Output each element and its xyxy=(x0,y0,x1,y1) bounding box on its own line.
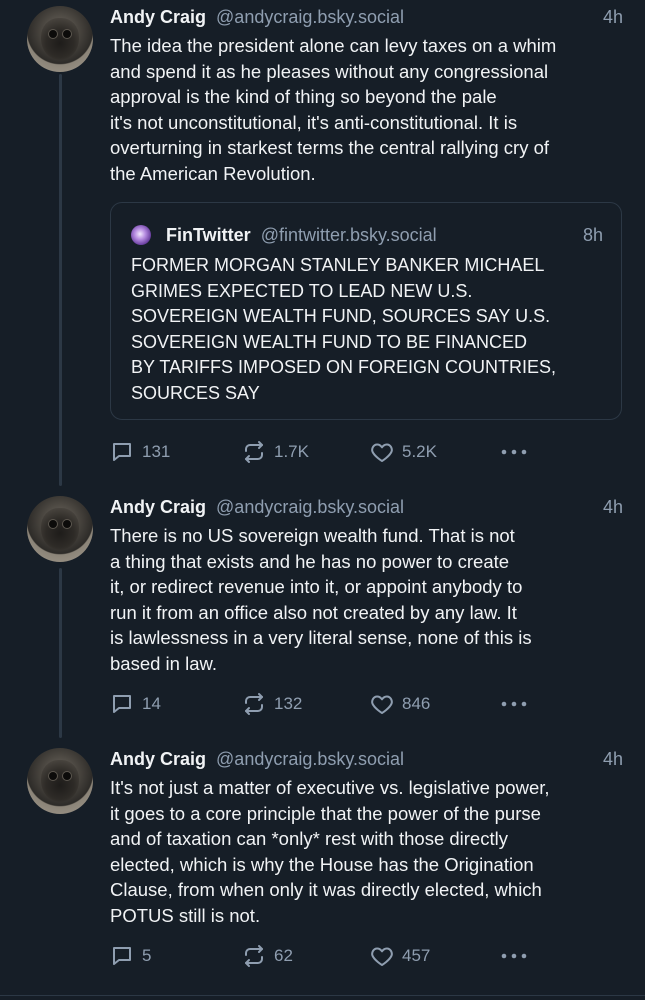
ellipsis-icon xyxy=(501,953,527,959)
repost-count: 1.7K xyxy=(274,442,309,461)
heart-icon xyxy=(371,443,393,462)
reply-button[interactable]: 131 xyxy=(110,439,170,465)
like-button[interactable]: 5.2K xyxy=(370,439,437,465)
like-count: 5.2K xyxy=(402,442,437,461)
quoted-post[interactable]: FinTwitter @fintwitter.bsky.social 8h FO… xyxy=(110,202,622,420)
repost-count: 132 xyxy=(274,694,303,713)
author-handle[interactable]: @andycraig.bsky.social xyxy=(216,497,404,517)
author-handle[interactable]: @andycraig.bsky.social xyxy=(216,749,404,769)
reply-button[interactable]: 14 xyxy=(110,691,161,717)
post-header: Andy Craig @andycraig.bsky.social 4h xyxy=(110,494,623,520)
quote-text: FORMER MORGAN STANLEY BANKER MICHAEL GRI… xyxy=(131,255,557,403)
divider xyxy=(0,995,645,996)
post-text: There is no US sovereign wealth fund. Th… xyxy=(110,525,532,674)
post-actions: 14 132 846 xyxy=(110,691,530,717)
like-count: 846 xyxy=(402,694,431,713)
more-options-button[interactable] xyxy=(500,439,536,465)
quote-author-name: FinTwitter xyxy=(166,225,251,245)
author-name[interactable]: Andy Craig xyxy=(110,497,206,517)
post-header: Andy Craig @andycraig.bsky.social 4h xyxy=(110,746,623,772)
post-actions: 5 62 457 xyxy=(110,943,530,969)
more-options-button[interactable] xyxy=(500,943,536,969)
speech-bubble-icon xyxy=(113,947,131,965)
like-button[interactable]: 846 xyxy=(370,691,430,717)
post-3[interactable]: Andy Craig @andycraig.bsky.social 4h It'… xyxy=(0,742,645,996)
repost-arrows-icon xyxy=(245,441,263,463)
post-time[interactable]: 4h xyxy=(603,4,623,30)
like-count: 457 xyxy=(402,946,431,965)
post-actions: 131 1.7K 5.2K xyxy=(110,439,530,465)
repost-count: 62 xyxy=(274,946,293,965)
avatar[interactable] xyxy=(27,748,93,814)
reply-count: 14 xyxy=(142,694,161,713)
like-button[interactable]: 457 xyxy=(370,943,430,969)
quote-author-handle: @fintwitter.bsky.social xyxy=(260,225,437,245)
repost-button[interactable]: 1.7K xyxy=(242,439,309,465)
author-name[interactable]: Andy Craig xyxy=(110,749,206,769)
post-header: Andy Craig @andycraig.bsky.social 4h xyxy=(110,4,623,30)
ellipsis-icon xyxy=(501,449,527,455)
post-2[interactable]: Andy Craig @andycraig.bsky.social 4h The… xyxy=(0,490,645,740)
avatar[interactable] xyxy=(27,6,93,72)
speech-bubble-icon xyxy=(113,443,131,461)
repost-button[interactable]: 62 xyxy=(242,943,293,969)
post-time[interactable]: 4h xyxy=(603,494,623,520)
heart-icon xyxy=(371,947,393,966)
ellipsis-icon xyxy=(501,701,527,707)
repost-arrows-icon xyxy=(245,945,263,967)
post-text: The idea the president alone can levy ta… xyxy=(110,35,557,184)
speech-bubble-icon xyxy=(113,695,131,713)
quote-avatar xyxy=(131,225,151,245)
quote-time: 8h xyxy=(582,225,603,245)
more-options-button[interactable] xyxy=(500,691,536,717)
reply-button[interactable]: 5 xyxy=(110,943,151,969)
quote-header: FinTwitter @fintwitter.bsky.social 8h xyxy=(131,223,603,247)
repost-button[interactable]: 132 xyxy=(242,691,302,717)
reply-count: 5 xyxy=(142,946,152,965)
post-time[interactable]: 4h xyxy=(603,746,623,772)
post-1[interactable]: Andy Craig @andycraig.bsky.social 4h The… xyxy=(0,0,645,490)
repost-arrows-icon xyxy=(245,693,263,715)
reply-count: 131 xyxy=(142,442,171,461)
author-name[interactable]: Andy Craig xyxy=(110,7,206,27)
avatar[interactable] xyxy=(27,496,93,562)
author-handle[interactable]: @andycraig.bsky.social xyxy=(216,7,404,27)
heart-icon xyxy=(371,695,393,714)
post-text: It's not just a matter of executive vs. … xyxy=(110,777,550,926)
